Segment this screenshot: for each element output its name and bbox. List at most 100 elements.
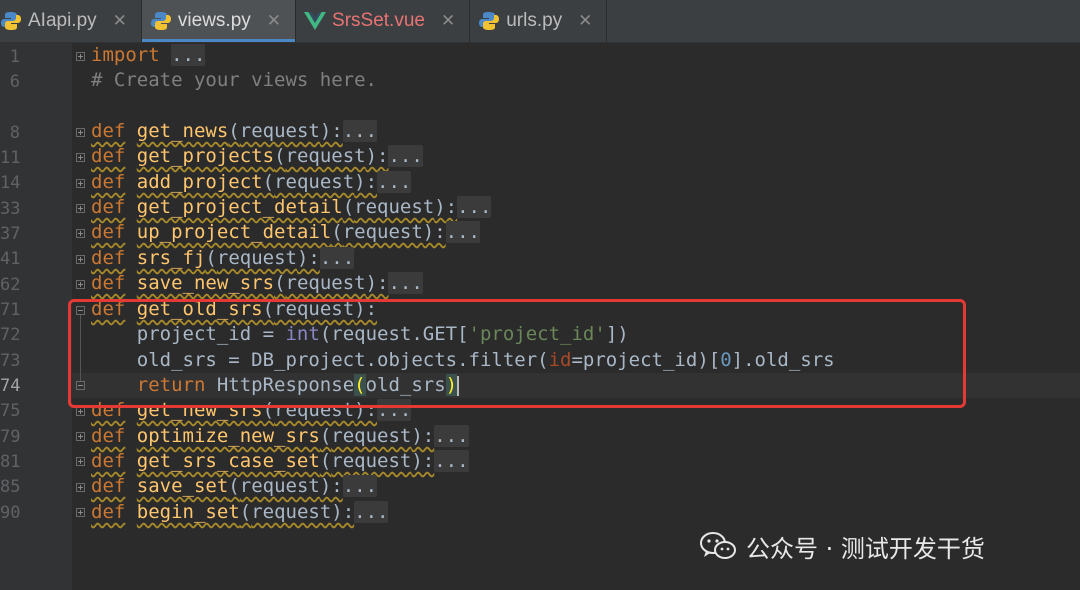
close-icon[interactable]: ✕ — [578, 11, 592, 31]
close-icon[interactable]: ✕ — [113, 11, 127, 31]
fold-toggle-icon[interactable] — [76, 508, 85, 517]
close-icon[interactable]: ✕ — [441, 11, 455, 31]
keyword: def — [91, 450, 126, 472]
line-number: 85 — [0, 477, 21, 497]
function-name: save_set — [136, 475, 229, 497]
param: request — [331, 450, 412, 472]
watermark: 公众号 · 测试开发干货 — [700, 526, 985, 566]
line-number: 81 — [0, 452, 21, 472]
fold-toggle-icon[interactable] — [76, 179, 85, 188]
folded-code[interactable]: ... — [434, 450, 469, 472]
folded-code[interactable]: ... — [342, 120, 378, 142]
line-number: 79 — [0, 427, 21, 447]
python-file-icon — [478, 10, 500, 32]
folded-code[interactable]: ... — [434, 425, 469, 447]
fold-toggle-icon[interactable] — [76, 483, 85, 492]
tab-label: urls.py — [506, 10, 563, 31]
code-line: def get_srs_case_set(request):... — [91, 450, 469, 472]
fold-toggle-icon[interactable] — [76, 229, 85, 238]
keyword: def — [91, 501, 126, 523]
keyword: def — [91, 171, 126, 193]
keyword: import — [91, 44, 160, 66]
folded-code[interactable]: ... — [388, 272, 423, 294]
function-name: add_project — [136, 171, 263, 193]
keyword: def — [91, 272, 126, 294]
folded-code[interactable]: ... — [445, 221, 480, 243]
function-name: up_project_detail — [136, 221, 332, 243]
fold-toggle-icon[interactable] — [76, 204, 85, 213]
tab-label: AIapi.py — [28, 10, 97, 31]
folded-code[interactable]: ... — [377, 171, 412, 193]
line-number: 14 — [0, 173, 21, 193]
param: request — [239, 120, 320, 142]
python-file-icon — [0, 10, 22, 32]
line-number: 6 — [9, 72, 20, 92]
tab-views-py[interactable]: views.py ✕ — [141, 0, 297, 42]
line-number: 1 — [9, 47, 20, 67]
comment: # Create your views here. — [91, 69, 377, 91]
line-number: 62 — [0, 275, 21, 295]
function-name: begin_set — [136, 501, 240, 523]
function-name: get_srs_case_set — [136, 450, 320, 472]
line-number: 33 — [0, 199, 21, 219]
line-number: 72 — [0, 325, 21, 345]
param: request — [274, 171, 355, 193]
function-name: srs_fj — [136, 247, 206, 269]
keyword: def — [91, 196, 126, 218]
fold-toggle-icon[interactable] — [76, 255, 85, 264]
keyword: def — [91, 425, 126, 447]
tab-srsset-vue[interactable]: SrsSet.vue ✕ — [296, 0, 471, 42]
tab-urls-py[interactable]: urls.py ✕ — [470, 0, 608, 42]
param: request — [354, 196, 435, 218]
wechat-icon — [700, 532, 736, 559]
highlight-annotation-box — [68, 299, 966, 408]
folded-code[interactable]: ... — [354, 501, 389, 523]
fold-toggle-icon[interactable] — [76, 153, 85, 162]
code-line: def get_projects(request):... — [91, 145, 423, 167]
line-number: 11 — [0, 148, 21, 168]
param: request — [331, 425, 412, 447]
code-line: def save_set(request):... — [91, 475, 378, 497]
param: request — [285, 272, 366, 294]
code-line: def begin_set(request):... — [91, 501, 389, 523]
folded-code[interactable]: ... — [457, 196, 492, 218]
close-icon[interactable]: ✕ — [267, 11, 281, 31]
tab-label: views.py — [177, 10, 251, 31]
fold-toggle-icon[interactable] — [76, 432, 85, 441]
line-number: 41 — [0, 249, 21, 269]
folded-code[interactable]: ... — [342, 475, 378, 497]
line-number: 90 — [0, 503, 21, 523]
fold-toggle-icon[interactable] — [76, 52, 85, 61]
code-line: def save_new_srs(request):... — [91, 272, 423, 294]
fold-toggle-icon[interactable] — [76, 128, 85, 137]
line-number-current: 74 — [0, 376, 21, 396]
param: request — [285, 145, 366, 167]
code-line: def get_project_detail(request):... — [91, 196, 492, 218]
code-line: import ... — [91, 43, 206, 68]
function-name: get_project_detail — [136, 196, 343, 218]
param: request — [239, 475, 320, 497]
code-line: def optimize_new_srs(request):... — [91, 425, 469, 447]
tab-label: SrsSet.vue — [332, 10, 425, 31]
folded-code[interactable]: ... — [388, 145, 423, 167]
code-line: # Create your views here. — [91, 68, 377, 93]
tab-aiapi-py[interactable]: AIapi.py ✕ — [0, 0, 142, 42]
line-number: 73 — [0, 351, 21, 371]
code-line: def srs_fj(request):... — [91, 247, 355, 269]
keyword: def — [91, 145, 126, 167]
function-name: get_projects — [136, 145, 275, 167]
editor-tab-bar: AIapi.py ✕ views.py ✕ SrsSet.vue ✕ urls.… — [0, 0, 1080, 43]
vue-file-icon — [304, 10, 327, 32]
folded-code[interactable]: ... — [171, 44, 206, 66]
param: request — [216, 247, 297, 269]
fold-toggle-icon[interactable] — [76, 407, 85, 416]
param: request — [342, 221, 423, 243]
keyword: def — [91, 475, 126, 497]
fold-toggle-icon[interactable] — [76, 457, 85, 466]
fold-toggle-icon[interactable] — [76, 280, 85, 289]
keyword: def — [91, 247, 126, 269]
function-name: save_new_srs — [136, 272, 275, 294]
folded-code[interactable]: ... — [319, 247, 355, 269]
function-name: optimize_new_srs — [136, 425, 320, 447]
code-line: def up_project_detail(request):... — [91, 221, 480, 243]
